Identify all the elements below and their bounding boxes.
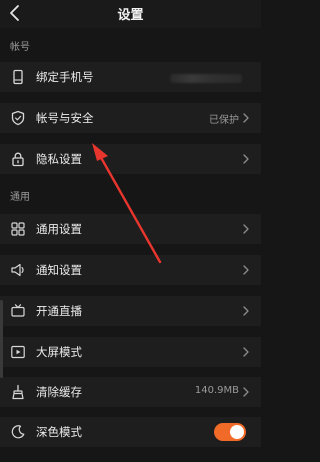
row-label: 通知设置 (36, 263, 82, 277)
section-label-account: 帐号 (10, 42, 30, 53)
row-clear-cache[interactable]: 清除缓存 140.9MB (0, 377, 261, 407)
chevron-right-icon (243, 265, 249, 275)
row-account-security[interactable]: 帐号与安全 已保护 (0, 103, 261, 133)
dark-mode-toggle[interactable] (214, 423, 246, 441)
lock-icon (12, 152, 24, 167)
row-label: 帐号与安全 (36, 111, 94, 125)
chevron-right-icon (243, 113, 249, 123)
row-label: 深色模式 (36, 425, 82, 439)
settings-page: 设置 帐号 绑定手机号 帐号与安全 已保护 隐私设置 通用 通用设置 通知设置 … (0, 0, 261, 462)
top-bar: 设置 (0, 0, 261, 28)
scrollbar-thumb[interactable] (0, 300, 3, 378)
row-label: 通用设置 (36, 222, 82, 236)
row-label: 开通直播 (36, 304, 82, 318)
row-large-screen-mode[interactable]: 大屏模式 (0, 337, 261, 367)
speaker-icon (11, 263, 24, 277)
row-start-livestream[interactable]: 开通直播 (0, 296, 261, 326)
page-title: 设置 (117, 8, 144, 23)
row-privacy-settings[interactable]: 隐私设置 (0, 144, 261, 174)
chevron-right-icon (243, 387, 249, 397)
chevron-right-icon (243, 224, 249, 234)
status-value: 已保护 (209, 115, 239, 126)
chevron-right-icon (243, 347, 249, 357)
screen-play-icon (11, 345, 25, 359)
shield-icon (11, 110, 25, 126)
row-bind-phone[interactable]: 绑定手机号 (0, 62, 261, 92)
section-label-general: 通用 (10, 192, 30, 203)
row-label: 大屏模式 (36, 345, 82, 359)
row-label: 清除缓存 (36, 385, 82, 399)
row-general-settings[interactable]: 通用设置 (0, 214, 261, 244)
moon-icon (11, 425, 25, 439)
chevron-right-icon (243, 154, 249, 164)
broadcast-icon (11, 304, 25, 317)
grid-icon (11, 222, 25, 236)
row-label: 绑定手机号 (36, 70, 94, 84)
masked-phone-number (170, 74, 242, 83)
toggle-knob (230, 425, 244, 439)
cache-size-value: 140.9MB (194, 385, 239, 396)
phone-icon (13, 69, 23, 85)
chevron-right-icon (243, 306, 249, 316)
row-dark-mode[interactable]: 深色模式 (0, 417, 261, 447)
broom-icon (12, 384, 24, 400)
row-notification-settings[interactable]: 通知设置 (0, 255, 261, 285)
row-label: 隐私设置 (36, 152, 82, 166)
